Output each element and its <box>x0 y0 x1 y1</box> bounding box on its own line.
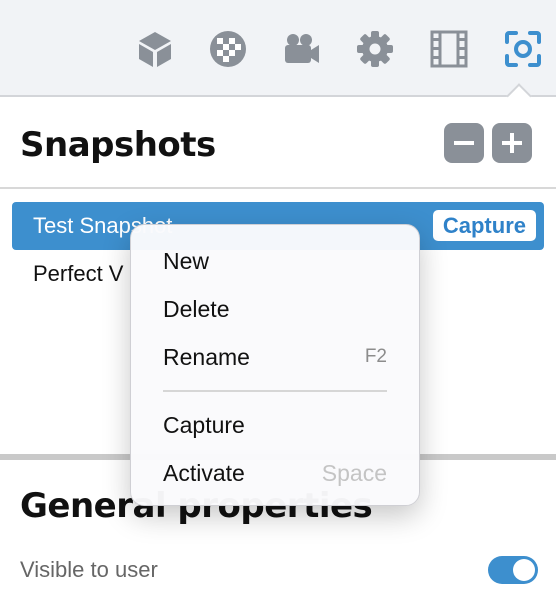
snapshot-label: Perfect V <box>33 261 124 286</box>
gear-icon <box>357 31 393 67</box>
settings-tool-button[interactable] <box>354 28 396 70</box>
film-strip-icon <box>430 30 468 68</box>
texture-ball-icon <box>210 31 246 67</box>
remove-snapshot-button[interactable] <box>444 123 484 163</box>
menu-separator <box>163 390 387 392</box>
add-snapshot-button[interactable] <box>492 123 532 163</box>
plus-icon <box>502 133 522 153</box>
cube-icon <box>139 32 171 67</box>
menu-item-label: Capture <box>163 411 245 438</box>
context-menu: New Delete Rename F2 Capture Activate Sp… <box>130 224 420 506</box>
snapshot-tool-button[interactable] <box>502 28 544 70</box>
menu-shortcut: Space <box>321 459 387 486</box>
menu-item-new[interactable]: New <box>131 237 419 285</box>
animation-tool-button[interactable] <box>428 28 470 70</box>
visible-to-user-label: Visible to user <box>20 557 158 582</box>
menu-item-label: Rename <box>163 343 250 370</box>
menu-item-delete[interactable]: Delete <box>131 285 419 333</box>
camera-tool-button[interactable] <box>280 28 322 70</box>
menu-item-label: New <box>163 247 210 274</box>
toolbar <box>0 0 556 97</box>
material-tool-button[interactable] <box>207 28 249 70</box>
toggle-knob <box>513 559 535 581</box>
cube-tool-button[interactable] <box>134 28 176 70</box>
minus-icon <box>454 141 474 145</box>
visible-to-user-row: Visible to user <box>20 555 538 585</box>
snapshots-header: Snapshots <box>0 97 556 189</box>
snapshot-focus-icon <box>505 31 541 67</box>
menu-shortcut: F2 <box>364 346 387 367</box>
visible-to-user-toggle[interactable] <box>488 556 538 584</box>
menu-item-capture[interactable]: Capture <box>131 401 419 449</box>
menu-item-activate[interactable]: Activate Space <box>131 449 419 497</box>
video-camera-icon <box>285 34 319 63</box>
capture-button[interactable]: Capture <box>432 210 536 241</box>
snapshots-title: Snapshots <box>20 125 216 165</box>
menu-item-label: Delete <box>163 295 230 322</box>
menu-item-rename[interactable]: Rename F2 <box>131 333 419 381</box>
menu-item-label: Activate <box>163 459 245 486</box>
